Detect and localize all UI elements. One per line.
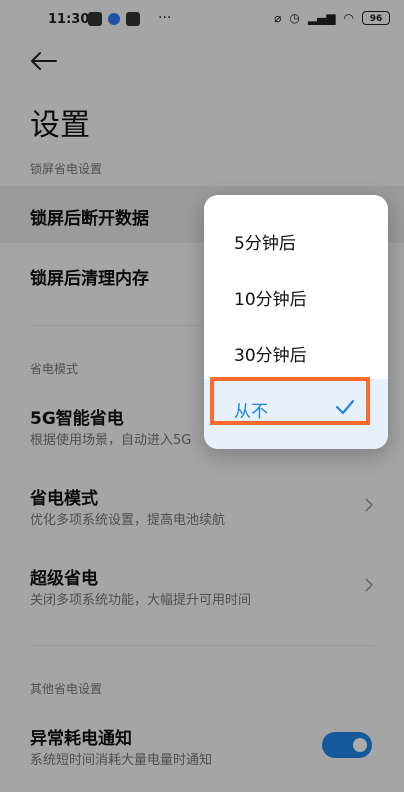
option-10-min[interactable]: 10分钟后 — [204, 267, 388, 323]
selection-highlight-box — [210, 377, 370, 425]
option-label: 10分钟后 — [234, 290, 307, 310]
option-label: 5分钟后 — [234, 234, 296, 254]
option-30-min[interactable]: 30分钟后 — [204, 323, 388, 379]
option-label: 30分钟后 — [234, 346, 307, 366]
option-5-min[interactable]: 5分钟后 — [204, 211, 388, 267]
